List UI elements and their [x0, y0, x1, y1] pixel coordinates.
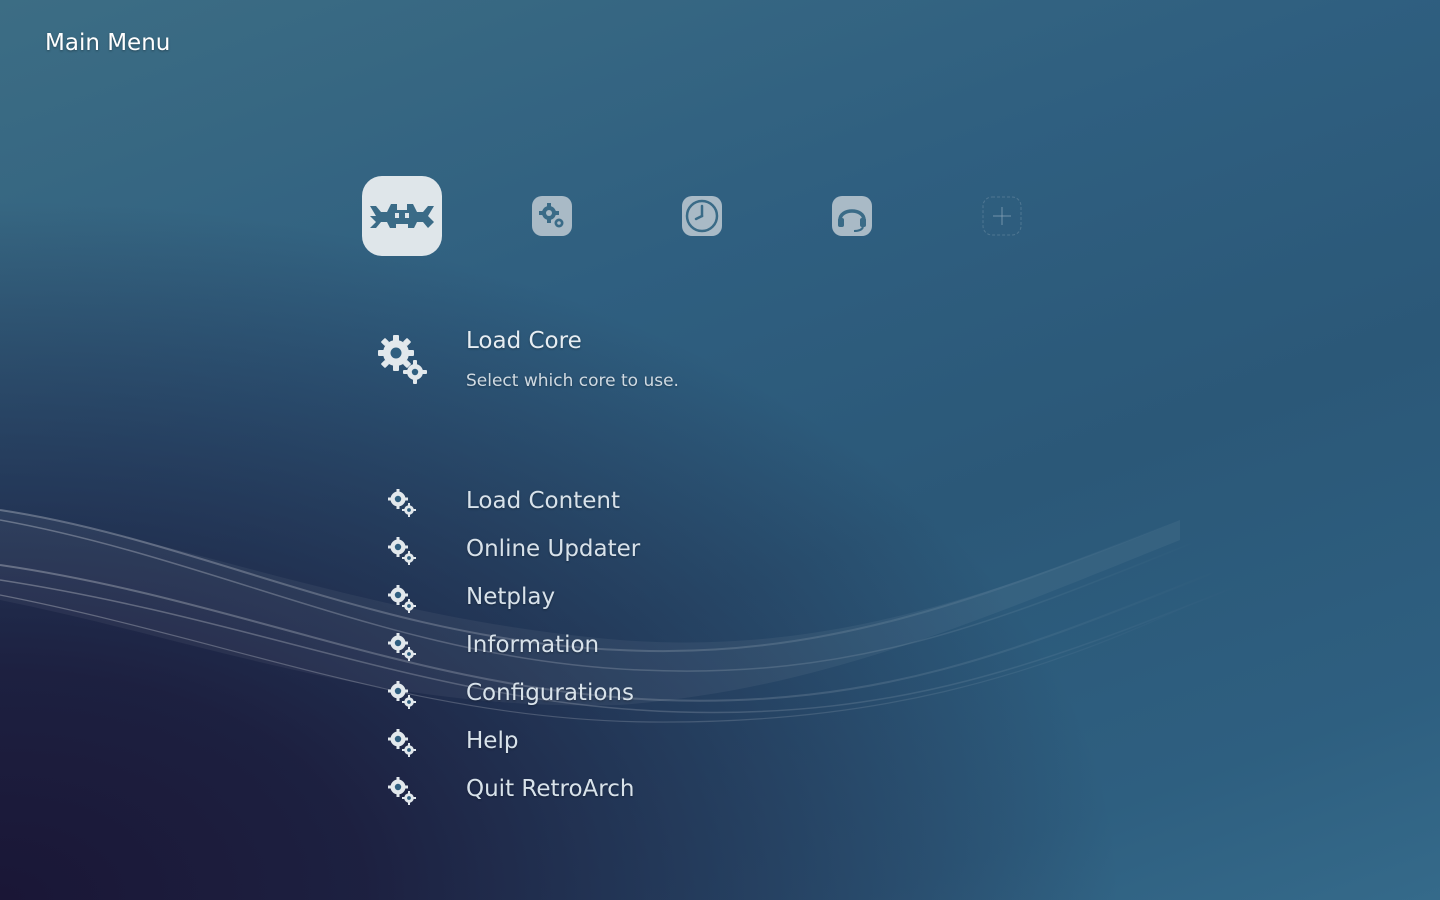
gears-icon — [388, 489, 416, 517]
menu-item-label: Load Content — [466, 488, 620, 514]
page-title: Main Menu — [45, 30, 171, 56]
netplay-tab[interactable] — [832, 196, 872, 236]
headset-icon — [832, 196, 872, 236]
menu-item-online-updater[interactable]: Online Updater — [370, 530, 1070, 574]
main-menu-tab[interactable] — [362, 176, 442, 256]
gears-icon — [388, 777, 416, 805]
add-tab[interactable] — [982, 196, 1022, 236]
gears-icon — [388, 681, 416, 709]
history-tab[interactable] — [682, 196, 722, 236]
menu-item-configurations[interactable]: Configurations — [370, 674, 1070, 718]
gears-icon — [378, 335, 427, 384]
menu-item-label: Configurations — [466, 680, 634, 706]
plus-icon — [982, 196, 1022, 236]
menu-item-sublabel: Select which core to use. — [466, 371, 679, 391]
settings-tab[interactable] — [532, 196, 572, 236]
menu-item-load-core[interactable]: Load Core Select which core to use. — [370, 326, 1070, 406]
gears-icon — [388, 537, 416, 565]
menu-item-netplay[interactable]: Netplay — [370, 578, 1070, 622]
menu-item-help[interactable]: Help — [370, 722, 1070, 766]
menu-item-label: Information — [466, 632, 600, 658]
gears-icon — [388, 729, 416, 757]
gears-icon — [532, 196, 572, 236]
menu-item-quit-retroarch[interactable]: Quit RetroArch — [370, 770, 1070, 814]
retroarch-invader-icon — [362, 176, 442, 256]
gears-icon — [388, 585, 416, 613]
menu-item-load-content[interactable]: Load Content — [370, 482, 1070, 526]
menu-item-label: Online Updater — [466, 536, 641, 562]
menu-item-label: Quit RetroArch — [466, 776, 635, 802]
gears-icon — [388, 633, 416, 661]
menu-item-information[interactable]: Information — [370, 626, 1070, 670]
menu-item-label: Netplay — [466, 584, 556, 610]
menu-item-label: Load Core — [466, 328, 582, 354]
menu-item-label: Help — [466, 728, 519, 754]
clock-icon — [682, 196, 722, 236]
